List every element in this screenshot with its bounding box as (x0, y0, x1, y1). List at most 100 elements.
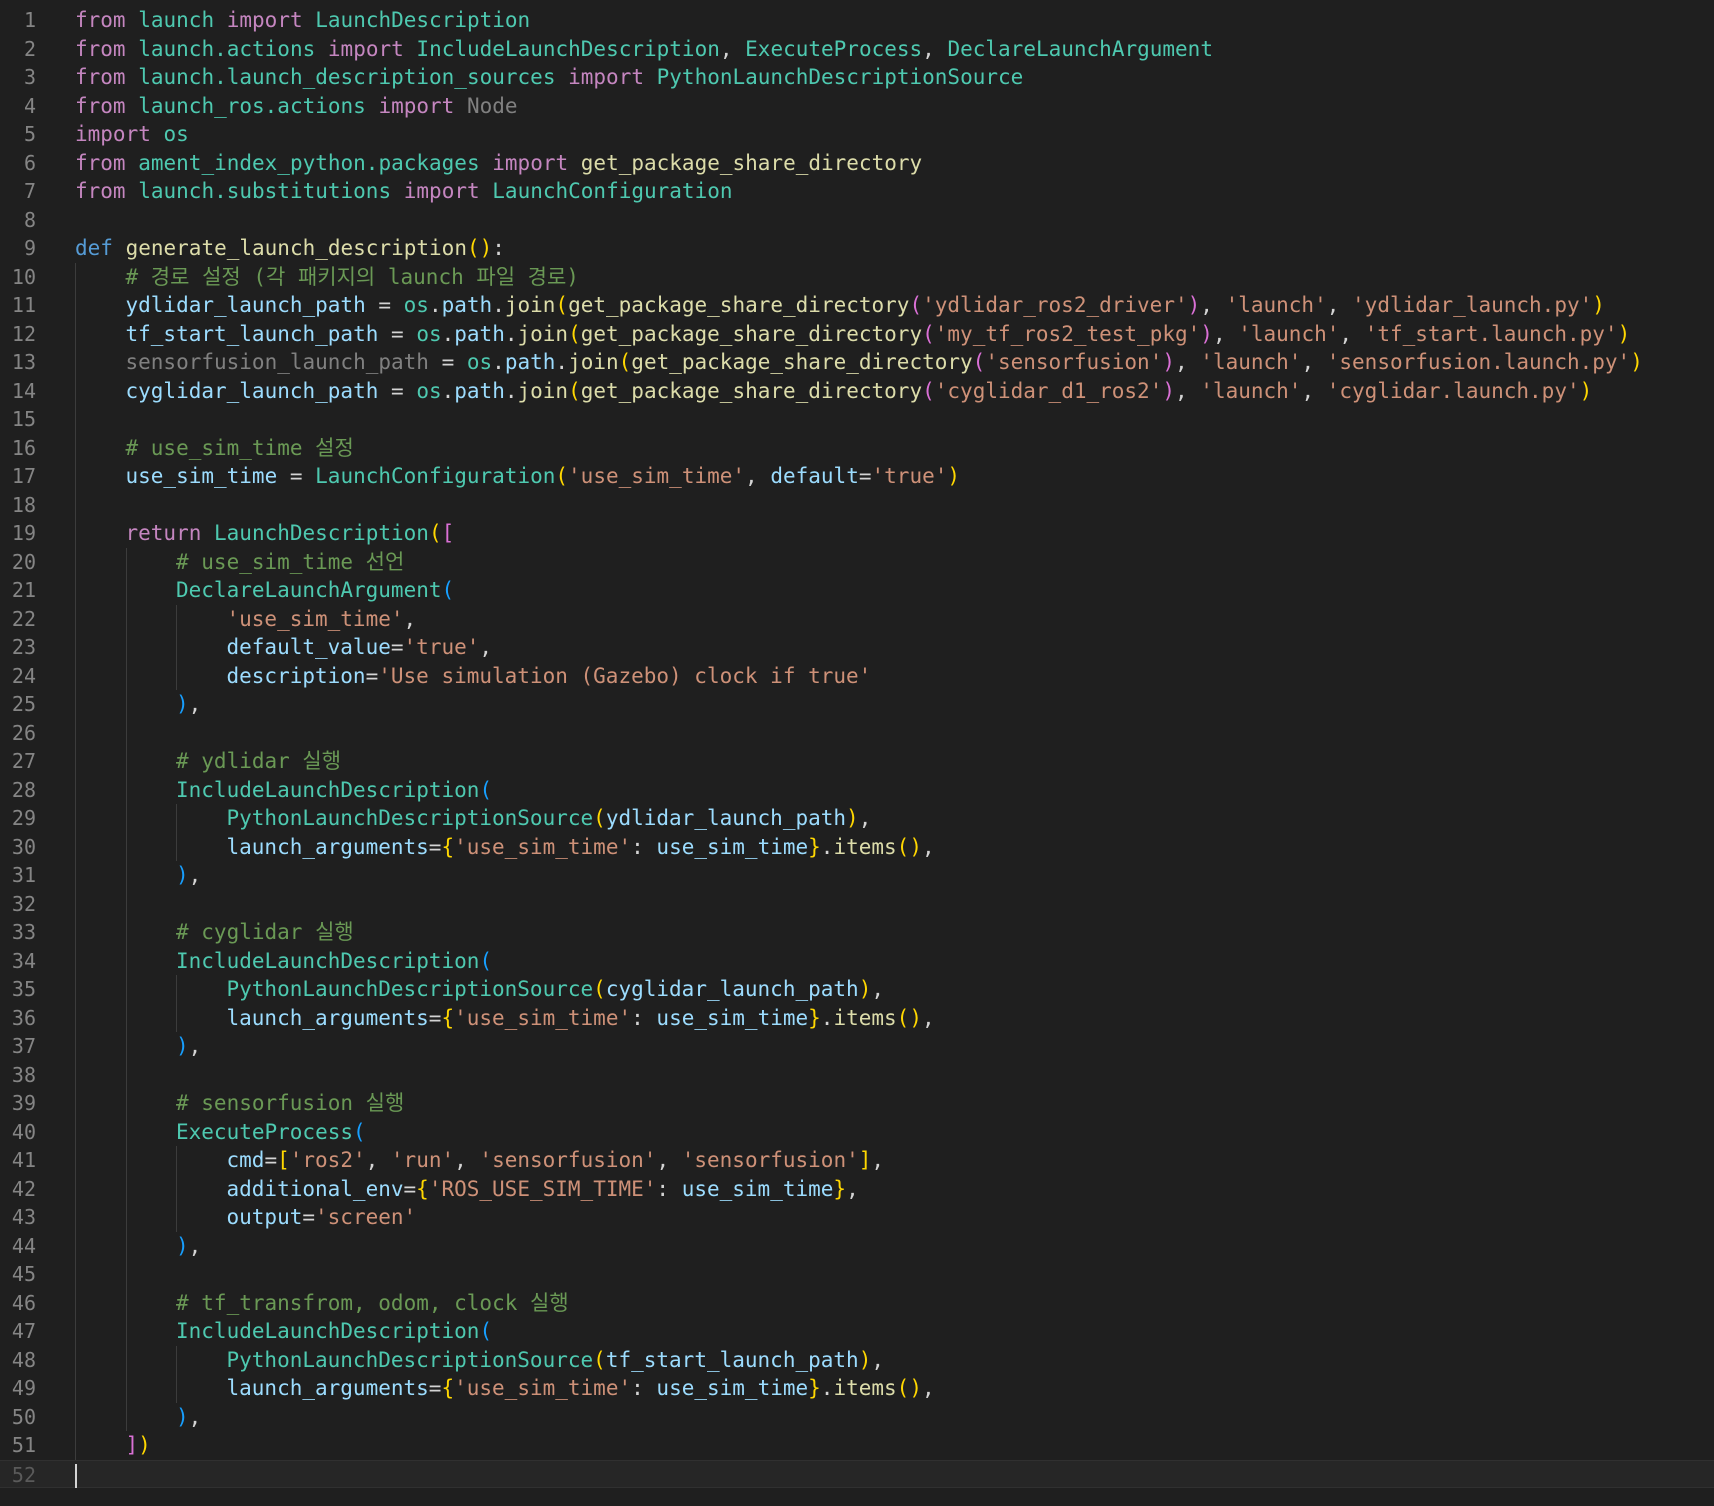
code-line[interactable]: 11 ydlidar_launch_path = os.path.join(get… (0, 291, 1714, 320)
code-text: ), (176, 1403, 201, 1432)
code-line[interactable]: 41 cmd=['ros2', 'run', 'sensorfusion', 's… (0, 1146, 1714, 1175)
indent-guide (75, 1089, 76, 1118)
indent-guide (75, 1288, 76, 1317)
code-token: cyglidar_launch_path (125, 378, 379, 403)
code-line[interactable]: 15 (0, 405, 1714, 434)
line-number: 9 (23, 236, 36, 260)
code-line[interactable]: 12 tf_start_launch_path = os.path.join(ge… (0, 319, 1714, 348)
code-line[interactable]: 42 additional_env={'ROS_USE_SIM_TIME': us… (0, 1174, 1714, 1204)
indent-guide (125, 1032, 127, 1061)
code-token: } (808, 1005, 821, 1030)
code-line[interactable]: 16 # use_sim_time 설정 (0, 433, 1714, 462)
line-number: 50 (11, 1404, 36, 1429)
code-line[interactable]: 44), (0, 1231, 1714, 1260)
code-line[interactable]: 1 from launch import LaunchDescription (0, 6, 1714, 35)
code-line[interactable]: 47 IncludeLaunchDescription( (0, 1317, 1714, 1346)
code-line[interactable]: 28 IncludeLaunchDescription( (0, 775, 1714, 804)
code-line[interactable]: 20 # use_sim_time 선언 (0, 547, 1714, 577)
code-line[interactable]: 17 use_sim_time = LaunchConfiguration('us… (0, 462, 1714, 491)
code-line[interactable]: 43 output='screen' (0, 1203, 1714, 1232)
code-line[interactable]: 45 (0, 1260, 1714, 1289)
code-line[interactable]: 22 'use_sim_time', (0, 604, 1714, 633)
code-token: ( (568, 378, 581, 403)
code-line[interactable]: 34 IncludeLaunchDescription( (0, 946, 1714, 975)
line-number: 35 (11, 977, 36, 1001)
code-token: () (896, 1376, 922, 1400)
code-line[interactable]: 36 launch_arguments={'use_sim_time': use_… (0, 1003, 1714, 1032)
code-line[interactable]: 33 # cyglidar 실행 (0, 918, 1714, 947)
code-line[interactable]: 26 (0, 718, 1714, 747)
code-line[interactable]: 51]) (0, 1431, 1714, 1460)
code-line[interactable]: 49 launch_arguments={'use_sim_time': use_… (0, 1374, 1714, 1403)
code-token: ydlidar_launch_path (125, 293, 366, 317)
code-line[interactable]: 32 (0, 889, 1714, 918)
code-line[interactable]: 39 # sensorfusion 실행 (0, 1089, 1714, 1118)
code-line[interactable]: 5 import os (0, 120, 1714, 149)
code-line[interactable]: 25), (0, 690, 1714, 719)
code-line[interactable]: 24 description='Use simulation (Gazebo) c… (0, 661, 1714, 690)
code-line[interactable]: 29 PythonLaunchDescriptionSource(ydlidar_… (0, 804, 1714, 833)
code-line[interactable]: 23 default_value='true', (0, 633, 1714, 662)
line-number: 16 (11, 435, 36, 460)
code-line[interactable]: 35 PythonLaunchDescriptionSource(cyglidar… (0, 975, 1714, 1004)
code-text: additional_env={'ROS_USE_SIM_TIME': use_… (227, 1175, 859, 1204)
code-line[interactable]: 7 from launch.substitutions import Launch… (0, 177, 1714, 206)
code-token: 'launch' (1225, 293, 1327, 317)
code-token: ) (176, 692, 189, 716)
code-line[interactable]: 18 (0, 490, 1714, 519)
code-token: sensorfusion_launch_path (125, 350, 429, 374)
code-token: os (403, 293, 429, 317)
code-line[interactable]: 38 (0, 1060, 1714, 1089)
code-line[interactable]: 31), (0, 861, 1714, 890)
code-line[interactable]: 19 return LaunchDescription([ (0, 519, 1714, 548)
code-token: 'sensorfusion' (681, 1148, 859, 1172)
line-number: 36 (11, 1005, 36, 1030)
line-number: 12 (11, 321, 36, 346)
code-line[interactable]: 30 launch_arguments={'use_sim_time': use_… (0, 832, 1714, 861)
code-token: , (1301, 378, 1327, 403)
code-token: { (416, 1176, 429, 1201)
code-token: import (327, 36, 404, 61)
indent-guide (125, 889, 127, 918)
code-token: ) (1200, 321, 1213, 346)
code-token: description (226, 663, 366, 688)
code-token: path (441, 293, 493, 317)
code-token: ) (1162, 378, 1175, 403)
code-text: # use_sim_time 선언 (176, 548, 404, 577)
indent-guide (75, 661, 76, 690)
code-token: launch_arguments (226, 1005, 429, 1030)
code-token: # tf_transfrom, odom, clock 실행 (176, 1290, 569, 1315)
code-token: # use_sim_time 설정 (125, 435, 354, 460)
code-line[interactable]: 14 cyglidar_launch_path = os.path.join(ge… (0, 376, 1714, 405)
code-line[interactable]: 2 from launch.actions import IncludeLaunc… (0, 35, 1714, 64)
code-line[interactable]: 50), (0, 1402, 1714, 1432)
code-line[interactable]: 48 PythonLaunchDescriptionSource(tf_start… (0, 1345, 1714, 1374)
code-line[interactable]: 6 from ament_index_python.packages import… (0, 149, 1714, 178)
code-line[interactable]: 8 (0, 206, 1714, 235)
indent-guide (75, 747, 76, 776)
line-number: 52 (11, 1462, 36, 1487)
code-line[interactable]: 9 def generate_launch_description(): (0, 234, 1714, 263)
code-line[interactable]: 37), (0, 1032, 1714, 1061)
code-token: os (163, 122, 189, 146)
line-number: 18 (11, 492, 36, 517)
code-line[interactable]: 52 (0, 1459, 1714, 1488)
code-line[interactable]: 40 ExecuteProcess( (0, 1117, 1714, 1146)
code-token: launch.actions (138, 36, 316, 61)
code-token: . (820, 1005, 834, 1030)
code-line[interactable]: 10 # 경로 설정 (각 패키지의 launch 파일 경로) (0, 262, 1714, 291)
code-line[interactable]: 13 sensorfusion_launch_path = os.path.joi… (0, 348, 1714, 377)
code-token: 'use_sim_time' (454, 834, 632, 859)
code-line[interactable]: 21 DeclareLaunchArgument( (0, 576, 1714, 605)
indent-guide (75, 775, 76, 804)
code-token: ( (593, 1347, 606, 1372)
code-editor[interactable]: 1 from launch import LaunchDescription 2 fr… (0, 6, 1714, 1506)
code-line[interactable]: 4 from launch_ros.actions import Node (0, 92, 1714, 121)
code-token: LaunchConfiguration (315, 464, 556, 488)
code-token: use_sim_time (656, 1376, 809, 1400)
code-line[interactable]: 27 # ydlidar 실행 (0, 747, 1714, 776)
code-line[interactable]: 3 from launch.launch_description_sources … (0, 63, 1714, 92)
code-line[interactable]: 46 # tf_transfrom, odom, clock 실행 (0, 1288, 1714, 1317)
